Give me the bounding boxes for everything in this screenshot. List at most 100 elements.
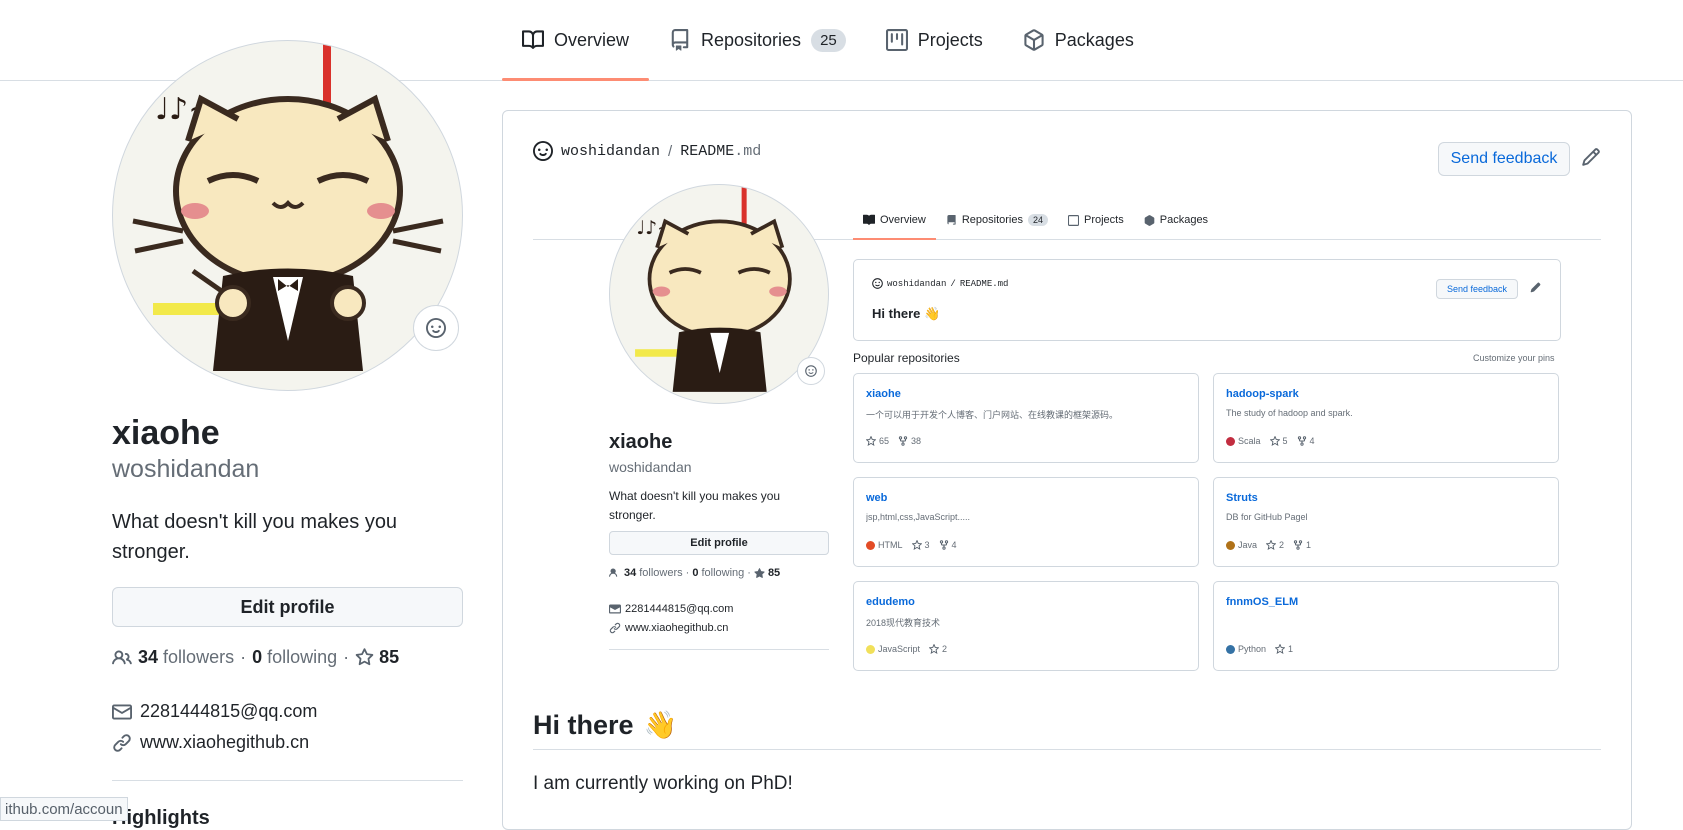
website-item[interactable]: www.xiaohegithub.cn	[112, 727, 463, 758]
tab-packages-label: Packages	[1054, 29, 1134, 50]
repo-stars: 5	[1269, 436, 1288, 446]
embedded-tab-list: Overview Repositories 24 Projects Packag…	[853, 201, 1218, 240]
embedded-tab-repositories: Repositories 24	[936, 201, 1058, 239]
star-icon	[1266, 540, 1277, 550]
repo-card: fnnmOS_ELM Python 1	[1213, 581, 1559, 671]
pinned-repos-grid: xiaohe 一个可以用于开发个人博客、门户网站、在线教课的框架源码。 65 3…	[853, 373, 1561, 671]
readme-heading: Hi there 👋	[533, 709, 1601, 750]
website-text: www.xiaohegithub.cn	[140, 732, 310, 752]
smiley-icon	[805, 365, 817, 377]
star-icon	[929, 644, 940, 654]
embedded-email-text: 2281444815@qq.com	[625, 602, 734, 615]
fork-icon	[1293, 540, 1303, 550]
smiley-icon	[426, 318, 446, 338]
readme-embedded-screenshot: Overview Repositories 24 Projects Packag…	[533, 184, 1601, 681]
repo-name: hadoop-spark	[1226, 388, 1299, 400]
embedded-follow-stats: 34 followers · 0 following · 85	[609, 567, 780, 579]
embedded-tab-packages: Packages	[1134, 201, 1218, 239]
tab-list: Overview Repositories 25 Projects Packag…	[502, 0, 1154, 81]
link-icon	[112, 733, 132, 753]
separator-dot: ·	[343, 647, 350, 667]
repo-name: edudemo	[866, 596, 915, 608]
repo-card: web jsp,html,css,JavaScript..... HTML 3 …	[853, 477, 1199, 567]
star-icon	[866, 436, 876, 446]
embedded-divider	[609, 649, 829, 650]
book-icon	[863, 214, 875, 226]
repo-forks: 4	[1297, 436, 1315, 446]
send-feedback-button[interactable]: Send feedback	[1438, 142, 1570, 176]
follow-stats: 34 followers · 0 following · 85	[112, 647, 463, 668]
stars-link[interactable]: 85	[355, 647, 399, 668]
edit-profile-button[interactable]: Edit profile	[112, 587, 463, 627]
language-color-dot	[866, 540, 875, 550]
repo-language: JavaScript	[866, 644, 920, 654]
embedded-hi-heading: Hi there 👋	[872, 306, 941, 321]
embedded-readme-path: woshidandan / README.md	[872, 278, 1008, 289]
embedded-following-count: 0	[692, 567, 699, 579]
avatar[interactable]: ♩♪~	[112, 40, 463, 391]
tab-packages[interactable]: Packages	[1003, 0, 1154, 80]
repo-forks: 38	[898, 436, 921, 446]
embedded-followers-count: 34	[624, 567, 637, 579]
avatar-container: ♩♪~	[112, 40, 463, 391]
followers-link[interactable]: 34 followers	[138, 647, 234, 668]
embedded-repo-counter: 24	[1027, 214, 1048, 226]
email-item[interactable]: 2281444815@qq.com	[112, 696, 463, 727]
embedded-tab-label: Packages	[1159, 214, 1209, 226]
embedded-vcard: 2281444815@qq.com www.xiaohegithub.cn	[609, 599, 733, 637]
embedded-username: woshidandan	[609, 459, 692, 475]
following-link[interactable]: 0 following	[252, 647, 337, 668]
package-icon	[1144, 214, 1155, 226]
embedded-fullname: xiaohe	[609, 431, 673, 453]
popular-repositories-heading: Popular repositories	[853, 351, 960, 365]
embedded-bio: What doesn't kill you makes you stronger…	[609, 489, 781, 522]
repo-description: DB for GitHub Pagel	[1226, 512, 1308, 522]
fork-icon	[898, 436, 908, 446]
fork-icon	[1297, 436, 1306, 446]
separator-dot: ·	[747, 567, 751, 579]
highlights-heading: Highlights	[112, 807, 210, 829]
set-status-button[interactable]	[413, 305, 459, 351]
mail-icon	[112, 702, 132, 722]
embedded-tab-label: Projects	[1084, 214, 1124, 226]
repo-card: hadoop-spark The study of hadoop and spa…	[1213, 373, 1559, 463]
repo-stars: 2	[1266, 540, 1284, 550]
profile-readme-box: woshidandan / README.md Send feedback Ov…	[502, 110, 1632, 830]
language-color-dot	[1226, 540, 1235, 550]
repo-stars: 1	[1275, 644, 1293, 654]
repo-forks: 4	[939, 540, 957, 550]
embedded-tab-label: Repositories	[961, 214, 1023, 226]
repo-name: web	[866, 492, 888, 504]
readme-owner-link[interactable]: woshidandan	[561, 143, 660, 160]
cat-conductor-avatar-illustration: ♩♪~	[132, 41, 444, 371]
repo-meta: JavaScript 2	[866, 644, 947, 654]
tab-projects-label: Projects	[917, 29, 983, 50]
embedded-avatar: ♩♪~	[609, 184, 829, 404]
tab-overview[interactable]: Overview	[502, 0, 650, 81]
people-icon	[112, 648, 132, 668]
customize-pins-link: Customize your pins	[1473, 353, 1555, 363]
edit-readme-button[interactable]	[1581, 147, 1601, 167]
embedded-status-button	[797, 357, 825, 385]
embedded-tab-overview: Overview	[853, 201, 936, 240]
tab-repositories[interactable]: Repositories 25	[649, 0, 866, 80]
embedded-readme-box: woshidandan / README.md Hi there 👋 Send …	[853, 259, 1561, 341]
profile-bio: What doesn't kill you makes you stronger…	[112, 511, 398, 563]
repo-description: 2018现代教育技术	[866, 618, 941, 628]
profile-sidebar: ♩♪~ xiaohe woshidandan What doesn't kill…	[112, 40, 463, 830]
repo-meta: HTML 3 4	[866, 540, 957, 550]
tab-projects[interactable]: Projects	[866, 0, 1003, 80]
readme-file-link[interactable]: README.md	[680, 143, 761, 160]
repo-icon	[669, 29, 691, 51]
mail-icon	[609, 603, 621, 615]
repo-description	[1226, 616, 1546, 628]
tab-repositories-label: Repositories	[701, 29, 802, 50]
repo-card: edudemo 2018现代教育技术 JavaScript 2	[853, 581, 1199, 671]
repo-language: Python	[1226, 644, 1266, 654]
star-icon	[911, 540, 922, 550]
language-color-dot	[1226, 644, 1235, 654]
path-separator: /	[950, 278, 956, 289]
embedded-following-label: following	[701, 567, 745, 579]
repo-description: 一个可以用于开发个人博客、门户网站、在线教课的框架源码。	[866, 410, 1119, 420]
repo-name: xiaohe	[866, 388, 901, 400]
